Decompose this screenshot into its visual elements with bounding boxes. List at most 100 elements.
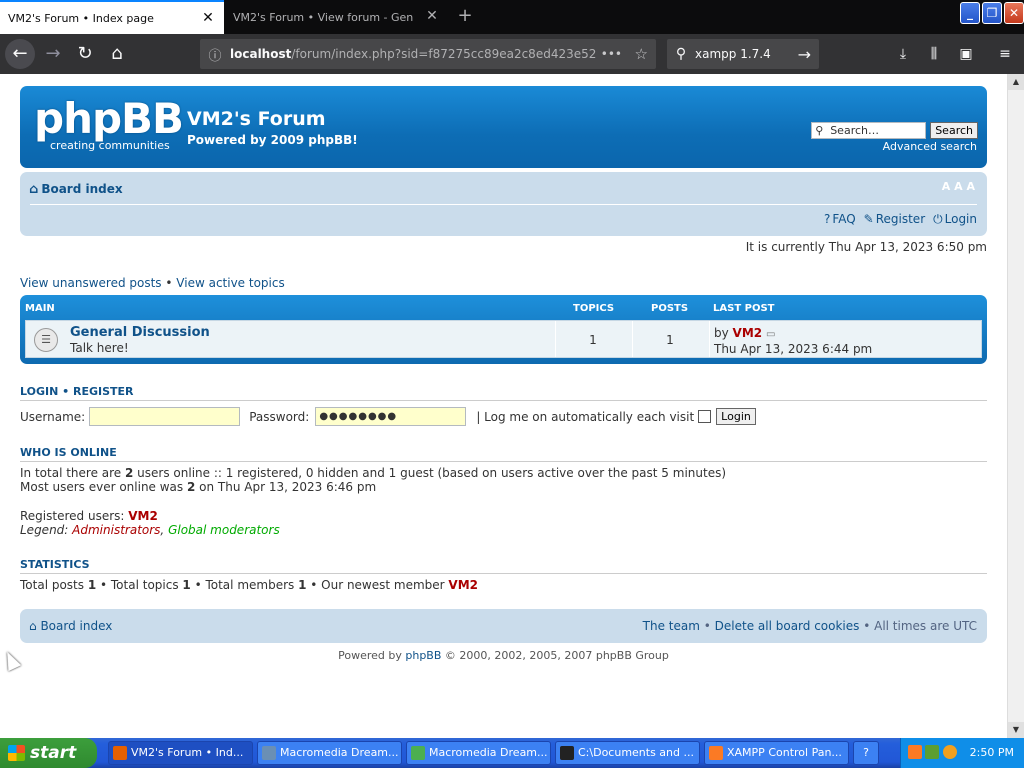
- close-icon[interactable]: ✕: [424, 8, 440, 24]
- password-label: Password:: [249, 409, 310, 424]
- browser-search-bar[interactable]: ⚲ xampp 1.7.4 →: [667, 39, 819, 69]
- footer-board-index-link[interactable]: Board index: [40, 619, 112, 633]
- legend-administrators-link[interactable]: Administrators: [72, 523, 160, 537]
- active-topics-link[interactable]: View active topics: [176, 276, 284, 290]
- windows-flag-icon: [8, 745, 25, 761]
- last-post-by: by: [714, 326, 729, 340]
- breadcrumb[interactable]: ⌂ Board index: [29, 182, 123, 197]
- record-text: on Thu Apr 13, 2023 6:46 pm: [195, 480, 377, 494]
- online-text: users online :: 1 registered, 0 hidden a…: [133, 466, 727, 480]
- taskbar-item-label: Macromedia Dream...: [280, 746, 399, 759]
- login-button[interactable]: Login: [716, 408, 756, 425]
- online-text: In total there are: [20, 466, 125, 480]
- home-icon[interactable]: ⌂: [102, 39, 132, 69]
- autologin-label: | Log me on automatically each visit: [476, 409, 695, 424]
- stats-text: • Total topics: [96, 578, 183, 592]
- register-heading-link[interactable]: REGISTER: [73, 385, 134, 398]
- legend-label: Legend:: [20, 523, 73, 537]
- taskbar-item-firefox[interactable]: VM2's Forum • Ind...: [108, 741, 253, 765]
- home-icon: ⌂: [29, 182, 39, 197]
- taskbar-item-dreamweaver-1[interactable]: Macromedia Dream...: [257, 741, 402, 765]
- view-latest-post-icon[interactable]: ▭: [766, 329, 775, 340]
- close-icon[interactable]: ✕: [200, 10, 216, 26]
- column-header-posts: POSTS: [651, 303, 689, 314]
- dreamweaver-icon: [262, 746, 276, 760]
- download-icon[interactable]: ⤓: [893, 44, 913, 64]
- bookmark-star-icon[interactable]: ☆: [635, 45, 648, 63]
- start-button[interactable]: start: [0, 738, 97, 768]
- divider: [20, 400, 987, 401]
- forum-title-link[interactable]: General Discussion: [70, 325, 210, 340]
- registered-label: Registered users:: [20, 509, 129, 523]
- column-header-main: MAIN: [25, 303, 55, 314]
- taskbar-item-dreamweaver-2[interactable]: Macromedia Dream...: [406, 741, 551, 765]
- scroll-up-icon[interactable]: ▲: [1008, 74, 1024, 90]
- register-label: Register: [875, 212, 926, 226]
- search-tray-icon[interactable]: [943, 745, 957, 759]
- newest-member-link[interactable]: VM2: [448, 578, 478, 592]
- logo-text: phpBB: [34, 94, 184, 143]
- column-header-last-post: LAST POST: [713, 303, 775, 314]
- tab-forum-index[interactable]: VM2's Forum • Index page ✕: [0, 0, 224, 34]
- sidebar-icon[interactable]: ▣: [956, 44, 976, 64]
- address-bar[interactable]: ⓘ localhost /forum/index.php?sid=f87275c…: [200, 39, 656, 69]
- reload-icon[interactable]: ↻: [70, 39, 100, 69]
- info-icon[interactable]: ⓘ: [200, 45, 230, 64]
- last-post-author-link[interactable]: VM2: [733, 326, 763, 340]
- scroll-down-icon[interactable]: ▼: [1008, 722, 1024, 738]
- faq-link[interactable]: ? FAQ: [824, 212, 856, 227]
- forum-description: Talk here!: [70, 341, 129, 355]
- register-link[interactable]: ✎ Register: [864, 212, 925, 227]
- tab-title: VM2's Forum • Index page: [8, 11, 154, 25]
- new-tab-icon[interactable]: +: [455, 7, 475, 27]
- statistics-line: Total posts 1 • Total topics 1 • Total m…: [20, 578, 478, 592]
- login-link[interactable]: ⏻ Login: [933, 212, 977, 227]
- minimize-button[interactable]: _: [960, 2, 980, 24]
- vertical-scrollbar[interactable]: ▲ ▼: [1007, 74, 1024, 738]
- 7zip-icon: [560, 746, 574, 760]
- who-is-online-heading[interactable]: WHO IS ONLINE: [20, 446, 117, 459]
- taskbar-item-7zip[interactable]: C:\Documents and ...: [555, 741, 700, 765]
- timezone-text: • All times are UTC: [859, 619, 977, 633]
- advanced-search-link[interactable]: Advanced search: [883, 140, 977, 153]
- restore-button[interactable]: ❐: [982, 2, 1002, 24]
- tab-view-forum[interactable]: VM2's Forum • View forum - General Di ✕: [225, 0, 448, 34]
- font-size-toggle[interactable]: A A A: [942, 180, 975, 193]
- forward-icon[interactable]: →: [38, 39, 68, 69]
- autologin-checkbox[interactable]: [698, 410, 712, 423]
- phpbb-link[interactable]: phpBB: [405, 649, 441, 662]
- legend-global-moderators-link[interactable]: Global moderators: [168, 523, 280, 537]
- taskbar-item-help[interactable]: ?: [853, 741, 879, 765]
- online-stats: In total there are 2 users online :: 1 r…: [20, 466, 726, 494]
- library-icon[interactable]: ⫼: [924, 44, 944, 64]
- search-icon: ⚲: [675, 46, 687, 62]
- last-post-time: Thu Apr 13, 2023 6:44 pm: [714, 342, 873, 356]
- phpbb-logo[interactable]: phpBB creating communities: [34, 94, 184, 153]
- username-field[interactable]: [89, 407, 241, 426]
- footer-breadcrumb[interactable]: ⌂ Board index: [29, 619, 112, 633]
- delete-cookies-link[interactable]: Delete all board cookies: [715, 619, 860, 633]
- menu-icon[interactable]: ≡: [995, 44, 1015, 64]
- unanswered-posts-link[interactable]: View unanswered posts: [20, 276, 162, 290]
- user-link-vm2[interactable]: VM2: [128, 509, 158, 523]
- login-label: Login: [944, 212, 977, 226]
- url-host: localhost: [230, 47, 292, 61]
- faq-label: FAQ: [832, 212, 856, 226]
- go-arrow-icon[interactable]: →: [798, 45, 811, 64]
- team-link[interactable]: The team: [643, 619, 700, 633]
- window-close-button[interactable]: ✕: [1004, 2, 1024, 24]
- page-actions-icon[interactable]: •••: [601, 47, 622, 61]
- login-heading-link[interactable]: LOGIN: [20, 385, 58, 398]
- network-tray-icon[interactable]: [925, 745, 939, 759]
- user-links: ? FAQ ✎ Register ⏻ Login: [824, 212, 977, 227]
- back-icon[interactable]: ←: [5, 39, 35, 69]
- column-header-topics: TOPICS: [573, 303, 615, 314]
- xampp-tray-icon[interactable]: [908, 745, 922, 759]
- search-button[interactable]: Search: [930, 122, 978, 139]
- taskbar-item-label: VM2's Forum • Ind...: [131, 746, 244, 759]
- password-field[interactable]: ●●●●●●●●: [315, 407, 467, 426]
- taskbar-item-xampp[interactable]: XAMPP Control Pan...: [704, 741, 849, 765]
- search-input[interactable]: ⚲ Search…: [811, 122, 927, 139]
- separator: •: [165, 276, 173, 290]
- board-index-link[interactable]: Board index: [41, 182, 122, 196]
